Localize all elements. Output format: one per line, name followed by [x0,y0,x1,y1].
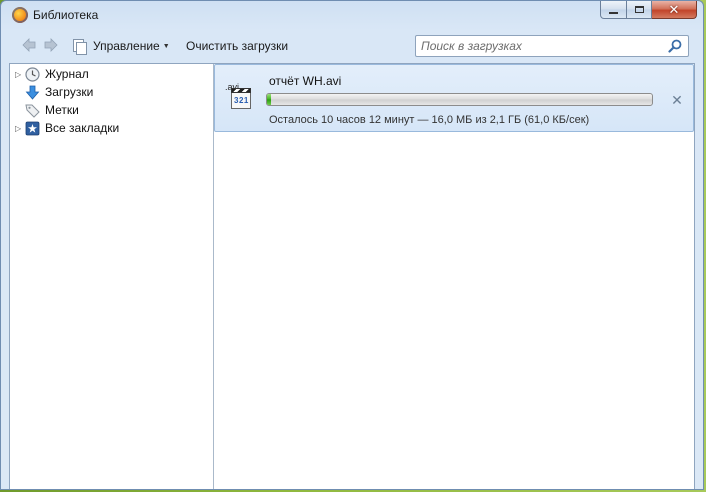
cancel-download-button[interactable]: ✕ [669,92,685,108]
manage-label: Управление [93,39,160,53]
tag-icon [25,103,40,118]
places-sidebar: ▷ Журнал Загрузки Метки ▷ Все закладки [10,64,214,489]
minimize-button[interactable] [600,1,627,19]
maximize-button[interactable] [627,1,652,19]
expand-arrow-icon[interactable]: ▷ [15,70,21,79]
close-icon: ✕ [668,2,680,17]
firefox-icon [12,7,28,23]
sidebar-item-label: Загрузки [45,85,94,99]
dropdown-arrow-icon: ▼ [162,42,170,50]
caption-buttons: ✕ [600,1,697,20]
forward-arrow-icon[interactable] [44,38,58,54]
download-progress-fill [267,94,271,105]
downloads-list: .avi 321 отчёт WH.avi Осталось 10 часов … [214,64,694,489]
title-bar[interactable]: Библиотека ✕ [1,1,703,29]
sidebar-item-history[interactable]: ▷ Журнал [10,65,89,83]
sidebar-item-label: Метки [45,103,79,117]
close-window-button[interactable]: ✕ [652,1,697,19]
sidebar-item-all-bookmarks[interactable]: ▷ Все закладки [10,119,119,137]
sidebar-item-downloads[interactable]: Загрузки [10,83,93,101]
library-body: ▷ Журнал Загрузки Метки ▷ Все закладки .… [9,63,695,489]
organize-pages-icon [73,39,87,55]
download-arrow-icon [25,85,40,100]
sidebar-item-tags[interactable]: Метки [10,101,79,119]
download-progress-bar [266,93,653,106]
bookmarks-star-icon [25,121,40,136]
search-icon[interactable] [668,39,682,53]
history-clock-icon [25,66,40,82]
download-status: Осталось 10 часов 12 минут — 16,0 МБ из … [269,114,590,126]
window-title: Библиотека [33,8,99,22]
manage-menu-button[interactable]: Управление ▼ [73,37,170,55]
toolbar: Управление ▼ Очистить загрузки [9,29,695,63]
search-field[interactable] [415,35,689,57]
library-window: Библиотека ✕ Управление ▼ Очистить загру… [0,0,704,490]
video-file-icon: .avi 321 [225,82,253,112]
sidebar-item-label: Журнал [45,67,89,81]
back-arrow-icon[interactable] [22,38,36,54]
search-input[interactable] [416,36,666,56]
sidebar-item-label: Все закладки [45,121,120,135]
clear-downloads-button[interactable]: Очистить загрузки [186,39,288,53]
minimize-icon [609,11,618,14]
download-item[interactable]: .avi 321 отчёт WH.avi Осталось 10 часов … [214,64,694,132]
expand-arrow-icon[interactable]: ▷ [15,124,21,133]
download-filename: отчёт WH.avi [269,74,342,88]
maximize-icon [634,6,644,13]
file-icon-number: 321 [234,96,249,105]
